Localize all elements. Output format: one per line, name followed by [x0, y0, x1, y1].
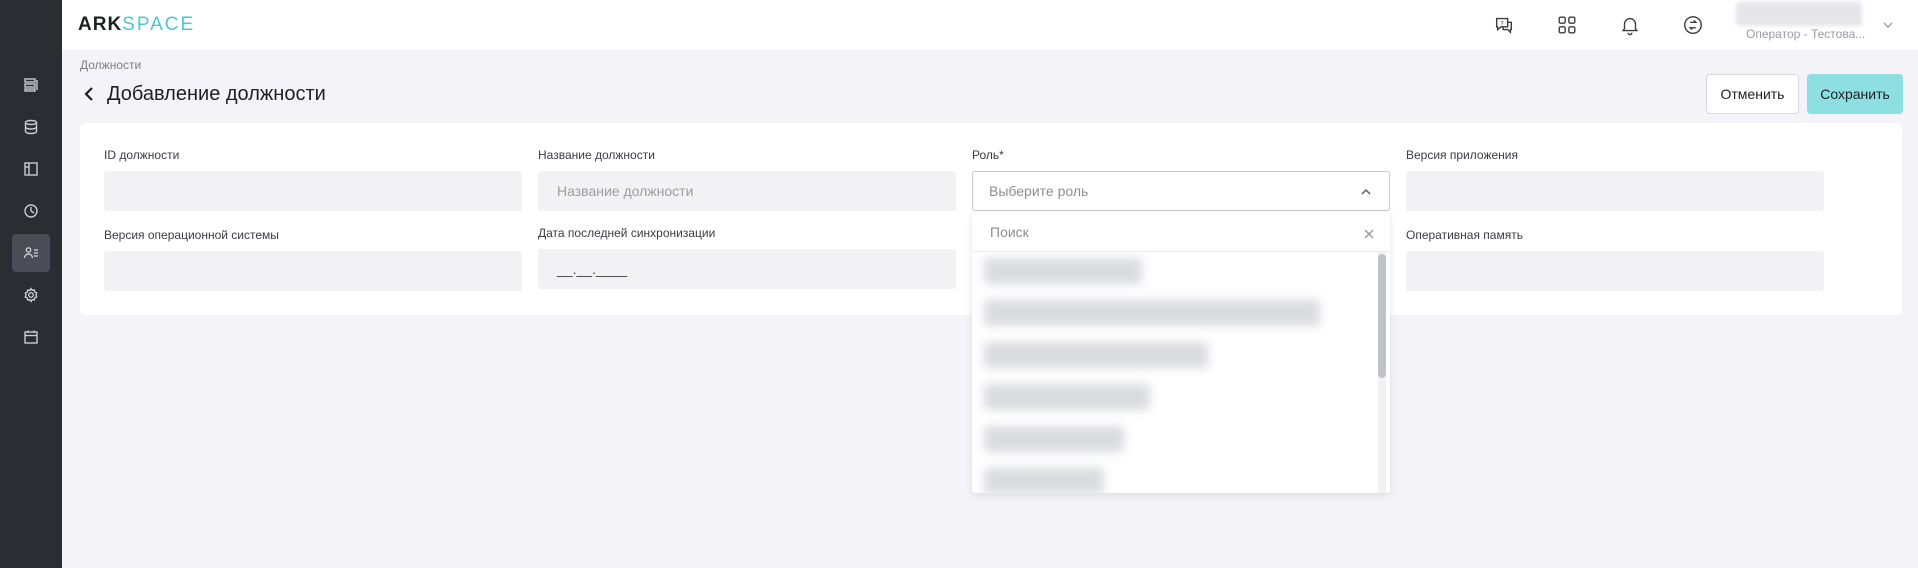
bell-icon: [1621, 17, 1639, 36]
chevron-left-icon: [84, 87, 93, 101]
svg-text:?: ?: [1500, 19, 1503, 27]
sidebar-item-settings[interactable]: [12, 276, 50, 314]
user-role: Оператор - Тестова...: [1746, 27, 1866, 41]
sidebar-item-calendar[interactable]: [12, 318, 50, 356]
position-id-label: ID должности: [104, 148, 180, 162]
sync-icon: [1684, 16, 1702, 34]
last-sync-label: Дата последней синхронизации: [538, 226, 716, 240]
os-version-input[interactable]: [104, 251, 522, 291]
last-sync-input[interactable]: __.__.____: [538, 249, 956, 289]
list-icon: [24, 78, 38, 92]
role-search-input[interactable]: Поиск: [972, 212, 1390, 252]
app-version-input[interactable]: [1406, 171, 1824, 211]
position-id-input[interactable]: [104, 171, 522, 211]
sync-button[interactable]: [1681, 13, 1705, 37]
save-button[interactable]: Сохранить: [1807, 74, 1903, 114]
user-menu[interactable]: Оператор - Тестова...: [1736, 2, 1893, 46]
role-dropdown: Поиск: [972, 212, 1390, 493]
role-option[interactable]: [984, 300, 1320, 326]
position-name-label: Название должности: [538, 148, 655, 162]
sidebar-item-users[interactable]: [12, 234, 50, 272]
apps-grid-button[interactable]: [1555, 13, 1579, 37]
ram-input[interactable]: [1406, 251, 1824, 291]
role-option[interactable]: [984, 342, 1208, 368]
dropdown-scrollbar-thumb[interactable]: [1378, 254, 1386, 378]
role-option[interactable]: [984, 258, 1142, 284]
logo-primary: ARK: [78, 14, 123, 35]
users-icon: [23, 247, 38, 259]
chevron-up-icon: [1359, 185, 1373, 199]
support-chat-button[interactable]: ?: [1492, 13, 1516, 37]
date-mask: __.__.____: [557, 261, 628, 277]
role-option[interactable]: [984, 468, 1104, 493]
role-select[interactable]: Выберите роль: [972, 171, 1390, 211]
sidebar-item-layout[interactable]: [12, 150, 50, 188]
logo-secondary: SPACE: [122, 14, 196, 35]
support-chat-icon: ?: [1495, 17, 1513, 34]
ram-label: Оперативная память: [1406, 228, 1523, 242]
sidebar-item-history[interactable]: [12, 192, 50, 230]
breadcrumb[interactable]: Должности: [80, 58, 141, 72]
back-button[interactable]: [82, 84, 98, 104]
user-name: [1736, 2, 1862, 26]
settings-icon: [24, 287, 38, 303]
clock-icon: [24, 204, 38, 218]
calendar-icon: [24, 330, 38, 344]
notifications-button[interactable]: [1618, 13, 1642, 37]
app-logo[interactable]: ARKSPACE: [78, 14, 195, 36]
sidebar: [0, 0, 62, 568]
role-label: Роль*: [972, 148, 1004, 162]
app-version-label: Версия приложения: [1406, 148, 1518, 162]
position-name-input[interactable]: Название должности: [538, 171, 956, 211]
database-icon: [24, 119, 38, 135]
page-title: Добавление должности: [107, 83, 326, 105]
role-option[interactable]: [984, 384, 1150, 410]
os-version-label: Версия операционной системы: [104, 228, 279, 242]
cancel-button[interactable]: Отменить: [1706, 74, 1799, 114]
layout-icon: [24, 162, 38, 176]
role-option[interactable]: [984, 426, 1124, 452]
close-icon[interactable]: [1364, 226, 1374, 239]
chevron-down-icon: [1881, 18, 1895, 32]
sidebar-item-database[interactable]: [12, 108, 50, 146]
role-select-placeholder: Выберите роль: [989, 183, 1089, 199]
apps-grid-icon: [1558, 16, 1576, 34]
sidebar-item-list[interactable]: [12, 66, 50, 104]
